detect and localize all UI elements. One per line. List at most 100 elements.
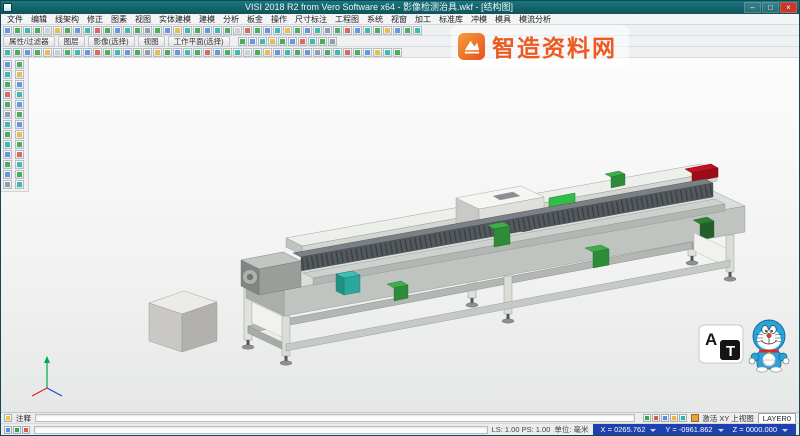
menu-item[interactable]: 模流分析 <box>515 14 555 25</box>
menu-item[interactable]: 工程图 <box>331 14 363 25</box>
toolbar-icon[interactable] <box>143 48 152 57</box>
toolbar-icon[interactable] <box>133 48 142 57</box>
toolbar-icon[interactable] <box>83 26 92 35</box>
toolbar-icon[interactable] <box>363 26 372 35</box>
menu-item[interactable]: 实体建模 <box>155 14 195 25</box>
panel-tab[interactable]: 工作平面(选择) <box>168 36 230 47</box>
toolbar-icon[interactable] <box>318 37 327 46</box>
toolbar-icon[interactable] <box>173 26 182 35</box>
sidebar-tool-icon[interactable] <box>3 120 12 129</box>
status-toggle-icon[interactable] <box>652 414 660 422</box>
toolbar-icon[interactable] <box>193 26 202 35</box>
toolbar-icon[interactable] <box>328 37 337 46</box>
toolbar-icon[interactable] <box>73 26 82 35</box>
toolbar-icon[interactable] <box>243 26 252 35</box>
toolbar-icon[interactable] <box>213 48 222 57</box>
toolbar-icon[interactable] <box>143 26 152 35</box>
toolbar-icon[interactable] <box>353 26 362 35</box>
toolbar-icon[interactable] <box>258 37 267 46</box>
menu-item[interactable]: 建模 <box>195 14 219 25</box>
sidebar-tool-icon[interactable] <box>15 140 24 149</box>
toolbar-icon[interactable] <box>233 26 242 35</box>
toolbar-icon[interactable] <box>323 26 332 35</box>
toolbar-icon[interactable] <box>113 48 122 57</box>
toolbar-icon[interactable] <box>13 48 22 57</box>
toolbar-icon[interactable] <box>153 26 162 35</box>
active-view-label[interactable]: 激活 XY 上视图 <box>691 413 754 424</box>
toolbar-icon[interactable] <box>93 48 102 57</box>
menu-item[interactable]: 标准库 <box>435 14 467 25</box>
toolbar-icon[interactable] <box>283 48 292 57</box>
menu-item[interactable]: 尺寸标注 <box>291 14 331 25</box>
toolbar-icon[interactable] <box>383 48 392 57</box>
chevron-down-icon[interactable] <box>718 429 724 435</box>
toolbar-icon[interactable] <box>383 26 392 35</box>
toolbar-icon[interactable] <box>173 48 182 57</box>
close-button[interactable]: × <box>780 2 797 13</box>
sidebar-tool-icon[interactable] <box>3 170 12 179</box>
toolbar-icon[interactable] <box>313 48 322 57</box>
toolbar-icon[interactable] <box>113 26 122 35</box>
status-icon[interactable] <box>22 426 30 434</box>
toolbar-icon[interactable] <box>63 48 72 57</box>
toolbar-icon[interactable] <box>293 48 302 57</box>
toolbar-icon[interactable] <box>223 48 232 57</box>
toolbar-icon[interactable] <box>123 26 132 35</box>
sidebar-tool-icon[interactable] <box>15 100 24 109</box>
sidebar-tool-icon[interactable] <box>3 100 12 109</box>
menu-item[interactable]: 修正 <box>83 14 107 25</box>
toolbar-icon[interactable] <box>273 48 282 57</box>
toolbar-icon[interactable] <box>183 26 192 35</box>
toolbar-icon[interactable] <box>298 37 307 46</box>
toolbar-icon[interactable] <box>393 26 402 35</box>
toolbar-icon[interactable] <box>133 26 142 35</box>
menu-item[interactable]: 线架构 <box>51 14 83 25</box>
teal-block[interactable] <box>336 271 360 295</box>
toolbar-icon[interactable] <box>203 26 212 35</box>
toolbar-icon[interactable] <box>333 26 342 35</box>
sidebar-tool-icon[interactable] <box>15 90 24 99</box>
status-toggle-icon[interactable] <box>643 414 651 422</box>
sidebar-tool-icon[interactable] <box>3 90 12 99</box>
toolbar-icon[interactable] <box>73 48 82 57</box>
menu-item[interactable]: 加工 <box>411 14 435 25</box>
toolbar-icon[interactable] <box>253 26 262 35</box>
command-field[interactable] <box>34 426 488 434</box>
toolbar-icon[interactable] <box>343 48 352 57</box>
toolbar-icon[interactable] <box>103 48 112 57</box>
panel-tab[interactable]: 属性/过滤器 <box>3 36 55 47</box>
toolbar-icon[interactable] <box>203 48 212 57</box>
toolbar-icon[interactable] <box>373 48 382 57</box>
toolbar-icon[interactable] <box>308 37 317 46</box>
menu-item[interactable]: 图素 <box>107 14 131 25</box>
toolbar-icon[interactable] <box>263 48 272 57</box>
toolbar-icon[interactable] <box>193 48 202 57</box>
toolbar-icon[interactable] <box>253 48 262 57</box>
toolbar-icon[interactable] <box>243 48 252 57</box>
menu-item[interactable]: 板金 <box>243 14 267 25</box>
toolbar-icon[interactable] <box>248 37 257 46</box>
sidebar-tool-icon[interactable] <box>15 180 24 189</box>
panel-tab[interactable]: 图层 <box>58 36 85 47</box>
toolbar-icon[interactable] <box>273 26 282 35</box>
toolbar-icon[interactable] <box>93 26 102 35</box>
minimize-button[interactable]: – <box>744 2 761 13</box>
toolbar-icon[interactable] <box>413 26 422 35</box>
toolbar-icon[interactable] <box>213 26 222 35</box>
menu-item[interactable]: 文件 <box>3 14 27 25</box>
toolbar-icon[interactable] <box>83 48 92 57</box>
toolbar-icon[interactable] <box>333 48 342 57</box>
toolbar-icon[interactable] <box>23 48 32 57</box>
toolbar-icon[interactable] <box>183 48 192 57</box>
sidebar-tool-icon[interactable] <box>3 60 12 69</box>
toolbar-icon[interactable] <box>393 48 402 57</box>
panel-tab[interactable]: 影像(选择) <box>88 36 135 47</box>
toolbar-icon[interactable] <box>238 37 247 46</box>
sidebar-tool-icon[interactable] <box>15 80 24 89</box>
toolbar-icon[interactable] <box>23 26 32 35</box>
menu-item[interactable]: 模具 <box>491 14 515 25</box>
toolbar-icon[interactable] <box>153 48 162 57</box>
toolbar-icon[interactable] <box>163 48 172 57</box>
toolbar-icon[interactable] <box>223 26 232 35</box>
maximize-button[interactable]: □ <box>762 2 779 13</box>
